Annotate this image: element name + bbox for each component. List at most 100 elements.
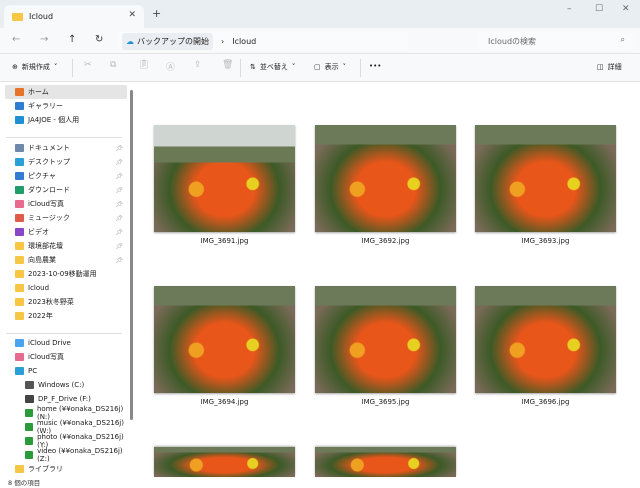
sidebar-item-label: ギャラリー	[28, 102, 63, 110]
chevron-down-icon: ˅	[53, 63, 58, 71]
new-tab-button[interactable]: +	[152, 7, 161, 20]
close-tab-button[interactable]: ✕	[128, 10, 136, 20]
delete-icon[interactable]: 🗑︎	[222, 60, 233, 70]
folder-icon	[15, 88, 24, 96]
sidebar-item[interactable]: JA4JOE - 個人用	[5, 113, 127, 127]
sidebar-item[interactable]: ビデオ 📌︎	[5, 225, 127, 239]
folder-icon	[15, 102, 24, 110]
divider	[6, 333, 122, 334]
sidebar-item[interactable]: ドキュメント 📌︎	[5, 141, 127, 155]
sidebar-item[interactable]: 環境部花壇 📌︎	[5, 239, 127, 253]
forward-button[interactable]: →	[40, 34, 48, 45]
divider	[240, 59, 241, 77]
search-input[interactable]: Icloudの検索 ⌕	[478, 32, 633, 50]
folder-icon	[15, 284, 24, 292]
file-thumbnail[interactable]	[154, 125, 295, 232]
pin-icon: 📌︎	[115, 256, 123, 264]
folder-icon	[15, 298, 24, 306]
sidebar-item-label: ドキュメント	[28, 144, 70, 152]
back-button[interactable]: ←	[12, 34, 20, 45]
sidebar-item[interactable]: ホーム	[5, 85, 127, 99]
sidebar-item[interactable]: ピクチャ 📌︎	[5, 169, 127, 183]
sidebar-item[interactable]: PC	[5, 364, 127, 378]
file-thumbnail[interactable]	[154, 447, 295, 477]
sidebar-item-label: 2023秋冬野菜	[28, 298, 74, 306]
cut-icon[interactable]: ✂	[84, 60, 92, 70]
folder-icon	[15, 144, 24, 152]
sidebar-item[interactable]: ダウンロード 📌︎	[5, 183, 127, 197]
folder-icon	[12, 12, 23, 21]
sidebar-item[interactable]: music (¥¥onaka_DS216j) (W:)	[5, 419, 127, 435]
drive-icon	[15, 353, 24, 361]
up-button[interactable]: ↑	[68, 34, 76, 45]
file-thumbnail[interactable]	[475, 125, 616, 232]
folder-icon	[15, 242, 24, 250]
sidebar-item[interactable]: iCloud Drive	[5, 336, 127, 350]
sidebar-item-label: iCloud写真	[28, 200, 64, 208]
file-name[interactable]: IMG_3692.jpg	[315, 237, 456, 245]
sidebar-item[interactable]: Windows (C:)	[5, 378, 127, 392]
tab-icloud[interactable]: Icloud ✕	[4, 5, 144, 28]
breadcrumb-backup[interactable]: ☁ バックアップの開始	[122, 32, 213, 50]
refresh-button[interactable]: ↻	[95, 34, 103, 45]
details-pane-icon: ◫	[597, 63, 604, 71]
folder-icon	[15, 116, 24, 124]
tab-title: Icloud	[29, 12, 54, 21]
divider	[72, 59, 73, 77]
file-name[interactable]: IMG_3695.jpg	[315, 398, 456, 406]
file-thumbnail[interactable]	[315, 447, 456, 477]
chevron-down-icon: ˅	[342, 63, 347, 71]
sidebar-item[interactable]: video (¥¥onaka_DS216j) (Z:)	[5, 447, 127, 463]
file-thumbnail[interactable]	[475, 286, 616, 393]
sidebar-item-label: JA4JOE - 個人用	[28, 116, 80, 124]
sidebar-item[interactable]: 2023秋冬野菜	[5, 295, 127, 309]
sidebar-item[interactable]: 2022年	[5, 309, 127, 323]
sidebar-item[interactable]: デスクトップ 📌︎	[5, 155, 127, 169]
sidebar-item[interactable]: iCloud写真	[5, 350, 127, 364]
paste-icon[interactable]: 📋︎	[138, 60, 149, 70]
sidebar-item[interactable]: iCloud写真 📌︎	[5, 197, 127, 211]
share-icon[interactable]: ⇪	[194, 60, 202, 70]
sidebar-item[interactable]: ミュージック 📌︎	[5, 211, 127, 225]
sidebar-item[interactable]: Icloud	[5, 281, 127, 295]
sidebar-item[interactable]: photo (¥¥onaka_DS216j) (Y:)	[5, 433, 127, 449]
copy-icon[interactable]: ⧉	[110, 60, 116, 70]
details-button[interactable]: ◫ 詳細	[597, 62, 622, 72]
sidebar-item[interactable]: DP_F_Drive (F:)	[5, 392, 127, 406]
drive-icon	[25, 423, 33, 431]
close-window-button[interactable]: ✕	[622, 4, 630, 14]
file-thumbnail[interactable]	[315, 286, 456, 393]
file-thumbnail[interactable]	[315, 125, 456, 232]
file-name[interactable]: IMG_3693.jpg	[475, 237, 616, 245]
sidebar-item-label: 2022年	[28, 312, 53, 320]
file-name[interactable]: IMG_3691.jpg	[154, 237, 295, 245]
breadcrumb-icloud[interactable]: Icloud	[232, 37, 256, 46]
sidebar-item-label: 向島農業	[28, 256, 56, 264]
file-thumbnail[interactable]	[154, 286, 295, 393]
sort-button[interactable]: ⇅ 並べ替え ˅	[250, 62, 295, 72]
drive-icon	[25, 409, 33, 417]
sidebar-scrollbar[interactable]	[130, 90, 133, 420]
sidebar-item[interactable]: ライブラリ	[5, 462, 127, 476]
drive-icon	[25, 395, 34, 403]
sidebar-item-label: デスクトップ	[28, 158, 70, 166]
rename-icon[interactable]: Ⓐ	[166, 60, 175, 73]
sidebar-item[interactable]: 向島農業 📌︎	[5, 253, 127, 267]
file-view: IMG_3691.jpg IMG_3692.jpg IMG_3693.jpg IMG_…	[136, 83, 640, 479]
minimize-button[interactable]: –	[567, 4, 572, 14]
new-button[interactable]: ⊕ 新規作成 ˅	[12, 62, 57, 72]
sidebar-item[interactable]: home (¥¥onaka_DS216j) (N:)	[5, 405, 127, 421]
command-bar: ⊕ 新規作成 ˅ ✂ ⧉ 📋︎ Ⓐ ⇪ 🗑︎ ⇅ 並べ替え ˅ ▢ 表示 ˅ ••• ◫ 詳細	[0, 54, 640, 82]
sidebar-item-label: ビデオ	[28, 228, 49, 236]
file-name[interactable]: IMG_3694.jpg	[154, 398, 295, 406]
divider	[360, 59, 361, 77]
breadcrumb[interactable]: ☁ バックアップの開始 › Icloud	[118, 32, 408, 50]
sidebar-item[interactable]: 2023-10-09移動運用	[5, 267, 127, 281]
sidebar-item[interactable]: ギャラリー	[5, 99, 127, 113]
maximize-button[interactable]: ☐	[595, 4, 603, 14]
folder-icon	[15, 214, 24, 222]
file-name[interactable]: IMG_3696.jpg	[475, 398, 616, 406]
more-button[interactable]: •••	[369, 62, 381, 70]
sidebar-item-label: video (¥¥onaka_DS216j) (Z:)	[37, 447, 123, 463]
view-button[interactable]: ▢ 表示 ˅	[314, 62, 346, 72]
